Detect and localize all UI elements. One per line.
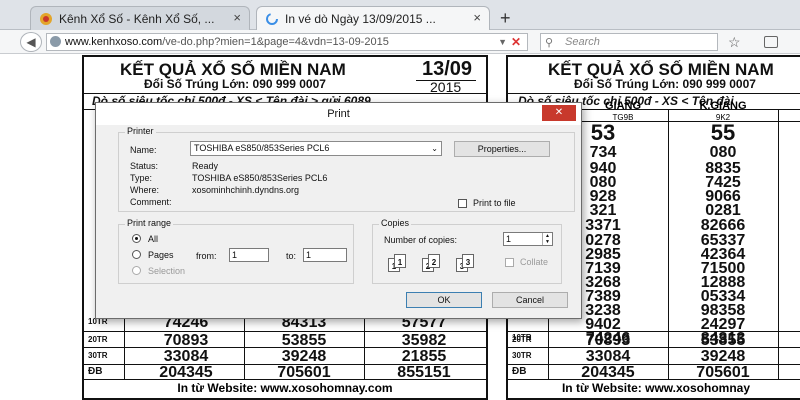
reader-view-icon[interactable]	[764, 36, 778, 48]
name-label: Name:	[130, 145, 157, 155]
pages-radio[interactable]	[132, 250, 141, 259]
prize-row: 30TR 33084 39248 21855	[84, 348, 486, 365]
copies-input[interactable]: 1 ▲ ▼	[503, 232, 553, 246]
type-value: TOSHIBA eS850/853Series PCL6	[192, 173, 328, 183]
cancel-button[interactable]: Cancel	[492, 292, 568, 308]
new-tab-button[interactable]: +	[500, 8, 511, 29]
prize-label: 20TR	[88, 335, 108, 344]
to-page-input[interactable]: 1	[303, 248, 347, 262]
province-name: K.GIANG	[699, 100, 747, 112]
page-icon: 3	[462, 254, 474, 268]
site-favicon-icon	[40, 12, 52, 25]
address-bar[interactable]: www.kenhxoso.com/ve-do.php?mien=1&page=4…	[46, 33, 528, 51]
page-icon: 1	[394, 254, 406, 268]
ticket-phone: Đổi Số Trúng Lớn: 090 999 0007	[144, 77, 326, 91]
back-button[interactable]: ◀	[20, 32, 42, 52]
navigation-bar: ◀ www.kenhxoso.com/ve-do.php?mien=1&page…	[0, 30, 800, 54]
divider	[508, 379, 800, 380]
search-icon: ⚲	[545, 37, 554, 49]
selection-radio[interactable]	[132, 266, 141, 275]
copies-value: 1	[506, 234, 512, 244]
tab-bar: Kênh Xổ Số - Kênh Xổ Số, ... × In vé dò …	[0, 0, 800, 30]
prize-label: ĐB	[512, 366, 527, 377]
print-dialog: Print ✕ Printer Name: TOSHIBA eS850/853S…	[95, 102, 582, 319]
dropdown-arrow-icon[interactable]: ▼	[498, 34, 507, 50]
status-value: Ready	[192, 161, 219, 171]
from-label: from:	[196, 251, 217, 261]
tab-close-icon[interactable]: ×	[473, 10, 481, 25]
from-page-input[interactable]: 1	[229, 248, 269, 262]
prize-label: 30TR	[88, 351, 108, 360]
globe-icon	[50, 36, 61, 47]
tab-label: In vé dò Ngày 13/09/2015 ...	[285, 11, 436, 26]
back-arrow-icon: ◀	[26, 35, 36, 49]
print-to-file-label: Print to file	[473, 198, 516, 208]
properties-button[interactable]: Properties...	[454, 141, 550, 157]
prize-label: 30TR	[512, 351, 532, 360]
to-label: to:	[286, 251, 297, 261]
printer-name-select[interactable]: TOSHIBA eS850/853Series PCL6 ⌄	[190, 141, 442, 156]
all-radio[interactable]	[132, 234, 141, 243]
pages-label: Pages	[148, 250, 174, 260]
collate-checkbox[interactable]	[505, 258, 514, 267]
ticket-footer: In từ Website: www.xosohomnay	[561, 381, 751, 395]
close-icon[interactable]: ✕	[542, 105, 576, 121]
prize-row: 30TR 33084 39248	[508, 348, 800, 365]
printer-group-label: Printer	[125, 126, 156, 136]
print-range-label: Print range	[125, 218, 174, 228]
copies-group-label: Copies	[379, 218, 412, 228]
stop-icon[interactable]: ✕	[511, 34, 521, 50]
where-value: xosominhchinh.dyndns.org	[192, 185, 300, 195]
url-host: www.kenhxoso.com	[65, 36, 163, 48]
where-label: Where:	[130, 185, 160, 195]
all-label: All	[148, 234, 159, 244]
search-input[interactable]: ⚲ Search	[540, 33, 718, 51]
tab-close-icon[interactable]: ×	[233, 10, 241, 25]
type-label: Type:	[130, 173, 153, 183]
bookmark-star-icon[interactable]: ☆	[728, 34, 741, 51]
prize-label: ĐB	[88, 366, 103, 377]
chevron-down-icon: ⌄	[431, 144, 438, 153]
ticket-footer: In từ Website: www.xosohomnay.com	[177, 381, 393, 395]
ok-button[interactable]: OK	[406, 292, 482, 308]
selection-label: Selection	[148, 266, 186, 276]
province-name: GIANG	[604, 100, 642, 112]
divider	[84, 379, 486, 380]
page-icon: 2	[428, 254, 440, 268]
printer-name-value: TOSHIBA eS850/853Series PCL6	[194, 143, 330, 153]
tab-in-ve-do[interactable]: In vé dò Ngày 13/09/2015 ... ×	[256, 6, 490, 30]
number-of-copies-label: Number of copies:	[384, 235, 458, 245]
prize-number: 55	[710, 120, 736, 145]
status-label: Status:	[130, 161, 159, 171]
tab-label: Kênh Xổ Số - Kênh Xổ Số, ...	[59, 11, 215, 26]
url-path: /ve-do.php?mien=1&page=4&vdn=13-09-2015	[162, 36, 389, 48]
dialog-title: Print	[96, 103, 581, 125]
prize-label: 20TR	[512, 335, 532, 344]
loading-spinner-icon	[266, 12, 278, 25]
search-placeholder: Search	[565, 36, 600, 48]
print-to-file-checkbox[interactable]	[458, 199, 467, 208]
spinner-icon[interactable]: ▲ ▼	[542, 233, 552, 245]
comment-label: Comment:	[130, 197, 172, 207]
tab-kenh-xo-so[interactable]: Kênh Xổ Số - Kênh Xổ Số, ... ×	[30, 6, 250, 30]
ticket-phone: Đổi Số Trúng Lớn: 090 999 0007	[574, 77, 756, 91]
ticket-date: 13/09	[422, 58, 473, 80]
collate-label: Collate	[520, 257, 549, 267]
